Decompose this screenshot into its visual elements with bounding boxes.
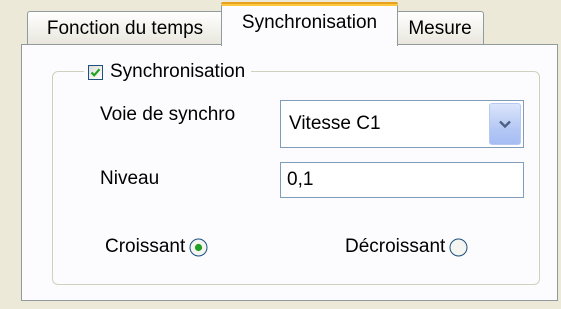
decroissant-radio[interactable]: [449, 238, 468, 257]
radio-selected-icon: [189, 238, 208, 256]
radio-unselected-icon: [449, 238, 468, 256]
voie-de-synchro-label: Voie de synchro: [100, 104, 236, 125]
decroissant-label: Décroissant: [345, 236, 446, 257]
niveau-input[interactable]: 0,1: [280, 162, 524, 198]
croissant-radio[interactable]: [189, 238, 208, 257]
niveau-value: 0,1: [287, 169, 314, 190]
croissant-radio-option[interactable]: Croissant: [105, 236, 208, 258]
decroissant-radio-option[interactable]: Décroissant: [345, 236, 468, 258]
checkbox-box[interactable]: [88, 64, 103, 80]
tab-label: Fonction du temps: [46, 17, 204, 39]
voie-de-synchro-value: Vitesse C1: [289, 113, 381, 134]
synchronisation-checkbox[interactable]: Synchronisation: [84, 58, 252, 86]
voie-de-synchro-select[interactable]: Vitesse C1: [280, 100, 524, 148]
tab-strip: Fonction du temps Mesure Synchronisation: [0, 0, 561, 46]
tab-mesure[interactable]: Mesure: [396, 11, 484, 45]
niveau-label: Niveau: [100, 168, 160, 189]
tab-label: Mesure: [408, 17, 472, 39]
tab-fonction-du-temps[interactable]: Fonction du temps: [27, 11, 223, 45]
chevron-down-icon: [499, 120, 511, 129]
tab-synchronisation[interactable]: Synchronisation: [221, 2, 398, 46]
checkmark-icon: [90, 67, 101, 77]
croissant-label: Croissant: [105, 236, 186, 257]
tab-label: Synchronisation: [241, 12, 378, 33]
dropdown-button[interactable]: [489, 103, 521, 145]
synchronisation-checkbox-label: Synchronisation: [110, 61, 246, 82]
